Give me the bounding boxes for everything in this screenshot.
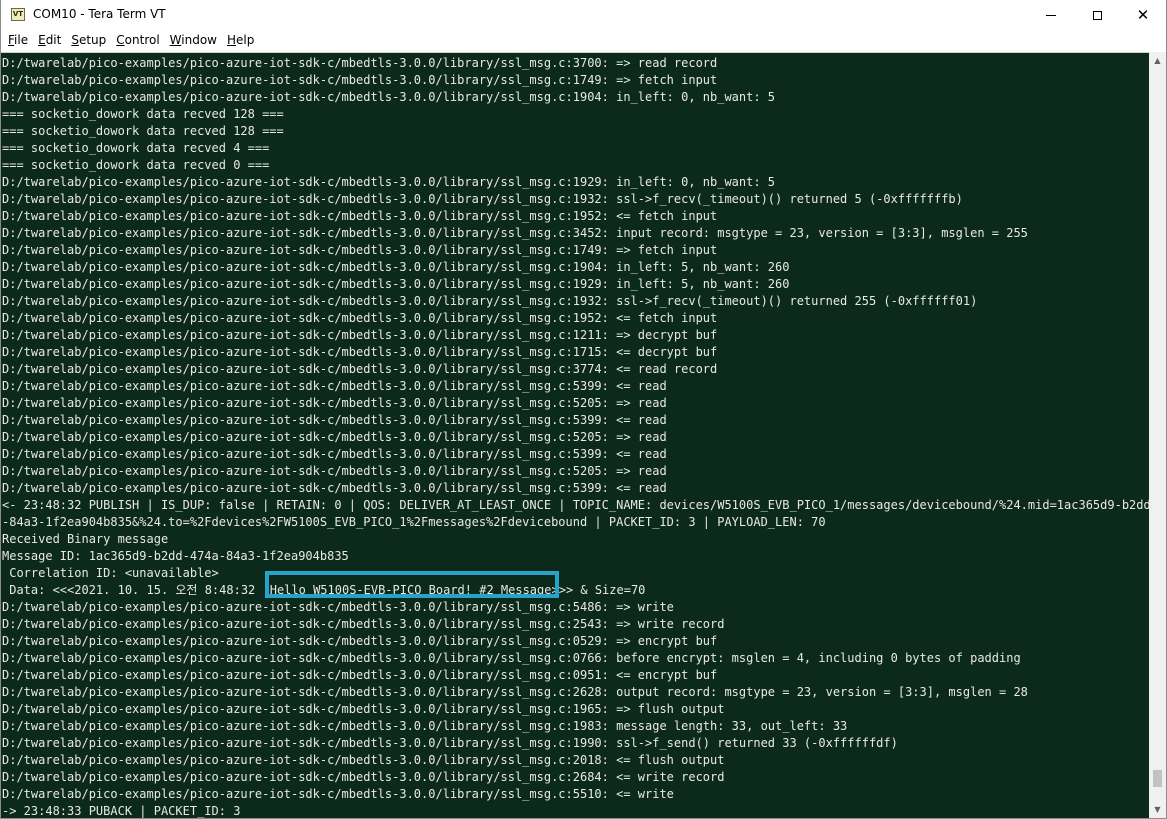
menu-label: elp bbox=[236, 33, 255, 47]
terminal-line: <- 23:48:32 PUBLISH | IS_DUP: false | RE… bbox=[2, 498, 1149, 512]
terminal-line: D:/twarelab/pico-examples/pico-azure-iot… bbox=[2, 753, 725, 767]
scroll-thumb[interactable] bbox=[1153, 770, 1162, 787]
menu-label: ile bbox=[14, 33, 29, 47]
terminal-line: D:/twarelab/pico-examples/pico-azure-iot… bbox=[2, 413, 667, 427]
terminal-line: D:/twarelab/pico-examples/pico-azure-iot… bbox=[2, 277, 790, 291]
terminal-line: D:/twarelab/pico-examples/pico-azure-iot… bbox=[2, 464, 667, 478]
maximize-button[interactable] bbox=[1074, 0, 1120, 30]
menu-label: ontrol bbox=[124, 33, 160, 47]
terminal-line: D:/twarelab/pico-examples/pico-azure-iot… bbox=[2, 685, 1028, 699]
terminal-line: -> 23:48:33 PUBACK | PACKET_ID: 3 bbox=[2, 804, 241, 818]
terminal-line: D:/twarelab/pico-examples/pico-azure-iot… bbox=[2, 260, 790, 274]
terminal-line: D:/twarelab/pico-examples/pico-azure-iot… bbox=[2, 430, 667, 444]
menu-hotkey: S bbox=[71, 33, 79, 47]
terminal-line: -84a3-1f2ea904b835&%24.to=%2Fdevices%2FW… bbox=[2, 515, 826, 529]
close-button[interactable]: ✕ bbox=[1120, 0, 1166, 30]
terminal-line: D:/twarelab/pico-examples/pico-azure-iot… bbox=[2, 770, 725, 784]
terminal-lines: D:/twarelab/pico-examples/pico-azure-iot… bbox=[2, 55, 1149, 818]
terminal-line: D:/twarelab/pico-examples/pico-azure-iot… bbox=[2, 447, 667, 461]
tera-term-app-icon[interactable]: VT bbox=[11, 8, 25, 21]
terminal-line: D:/twarelab/pico-examples/pico-azure-iot… bbox=[2, 736, 898, 750]
window-title: COM10 - Tera Term VT bbox=[33, 7, 166, 21]
terminal-output[interactable]: D:/twarelab/pico-examples/pico-azure-iot… bbox=[1, 52, 1149, 818]
menu-help[interactable]: Help bbox=[222, 30, 259, 51]
terminal-line: D:/twarelab/pico-examples/pico-azure-iot… bbox=[2, 651, 1021, 665]
terminal-line: D:/twarelab/pico-examples/pico-azure-iot… bbox=[2, 617, 725, 631]
terminal-line: D:/twarelab/pico-examples/pico-azure-iot… bbox=[2, 787, 674, 801]
terminal-line: === socketio_dowork data recved 128 === bbox=[2, 124, 284, 138]
terminal-line: D:/twarelab/pico-examples/pico-azure-iot… bbox=[2, 73, 718, 87]
terminal-line: D:/twarelab/pico-examples/pico-azure-iot… bbox=[2, 600, 674, 614]
menu-label: etup bbox=[78, 33, 107, 47]
terminal-line-highlighted-message: Data: <<<2021. 10. 15. 오전 8:48:32 Hello … bbox=[2, 583, 646, 597]
terminal-line: D:/twarelab/pico-examples/pico-azure-iot… bbox=[2, 209, 718, 223]
title-bar[interactable]: VT COM10 - Tera Term VT ✕ bbox=[1, 0, 1166, 30]
terminal-line: D:/twarelab/pico-examples/pico-azure-iot… bbox=[2, 294, 978, 308]
menu-control[interactable]: Control bbox=[111, 30, 164, 51]
maximize-icon bbox=[1092, 10, 1102, 20]
menu-label: dit bbox=[45, 33, 62, 47]
terminal-line: Message ID: 1ac365d9-b2dd-474a-84a3-1f2e… bbox=[2, 549, 349, 563]
minimize-button[interactable] bbox=[1028, 0, 1074, 30]
terminal-line: Received Binary message bbox=[2, 532, 169, 546]
vertical-scrollbar[interactable]: ▲ ▼ bbox=[1149, 52, 1166, 818]
terminal-line: D:/twarelab/pico-examples/pico-azure-iot… bbox=[2, 56, 718, 70]
terminal-line: D:/twarelab/pico-examples/pico-azure-iot… bbox=[2, 243, 718, 257]
terminal-line: === socketio_dowork data recved 128 === bbox=[2, 107, 284, 121]
terminal-line: D:/twarelab/pico-examples/pico-azure-iot… bbox=[2, 379, 667, 393]
terminal-line: Correlation ID: <unavailable> bbox=[2, 566, 219, 580]
menu-hotkey: H bbox=[227, 33, 237, 47]
scroll-up-icon[interactable]: ▲ bbox=[1149, 52, 1166, 69]
menu-edit[interactable]: Edit bbox=[33, 30, 66, 51]
terminal-line: D:/twarelab/pico-examples/pico-azure-iot… bbox=[2, 311, 718, 325]
terminal-line: D:/twarelab/pico-examples/pico-azure-iot… bbox=[2, 362, 718, 376]
close-icon: ✕ bbox=[1136, 5, 1150, 24]
scroll-down-icon[interactable]: ▼ bbox=[1149, 801, 1166, 818]
terminal-line: D:/twarelab/pico-examples/pico-azure-iot… bbox=[2, 702, 725, 716]
terminal-line: D:/twarelab/pico-examples/pico-azure-iot… bbox=[2, 90, 776, 104]
menu-bar: File Edit Setup Control Window Help bbox=[1, 30, 1166, 51]
menu-setup[interactable]: Setup bbox=[66, 30, 111, 51]
menu-file[interactable]: File bbox=[3, 30, 33, 51]
menu-hotkey: W bbox=[169, 33, 182, 47]
terminal-line: D:/twarelab/pico-examples/pico-azure-iot… bbox=[2, 175, 776, 189]
terminal-line: D:/twarelab/pico-examples/pico-azure-iot… bbox=[2, 719, 848, 733]
terminal-line: === socketio_dowork data recved 4 === bbox=[2, 141, 270, 155]
terminal-line: D:/twarelab/pico-examples/pico-azure-iot… bbox=[2, 634, 718, 648]
terminal-line: D:/twarelab/pico-examples/pico-azure-iot… bbox=[2, 192, 963, 206]
menu-hotkey: E bbox=[38, 33, 46, 47]
menu-hotkey: C bbox=[116, 33, 125, 47]
terminal-line: D:/twarelab/pico-examples/pico-azure-iot… bbox=[2, 481, 667, 495]
terminal-line: === socketio_dowork data recved 0 === bbox=[2, 158, 270, 172]
terminal-line: D:/twarelab/pico-examples/pico-azure-iot… bbox=[2, 396, 667, 410]
menu-label: indow bbox=[181, 33, 217, 47]
terminal-line: D:/twarelab/pico-examples/pico-azure-iot… bbox=[2, 668, 718, 682]
menu-window[interactable]: Window bbox=[165, 30, 222, 51]
tera-term-window: VT COM10 - Tera Term VT ✕ File Edit Setu… bbox=[0, 0, 1167, 819]
terminal-line: D:/twarelab/pico-examples/pico-azure-iot… bbox=[2, 328, 718, 342]
terminal-line: D:/twarelab/pico-examples/pico-azure-iot… bbox=[2, 226, 1028, 240]
minimize-icon bbox=[1046, 14, 1056, 16]
terminal-line: D:/twarelab/pico-examples/pico-azure-iot… bbox=[2, 345, 718, 359]
